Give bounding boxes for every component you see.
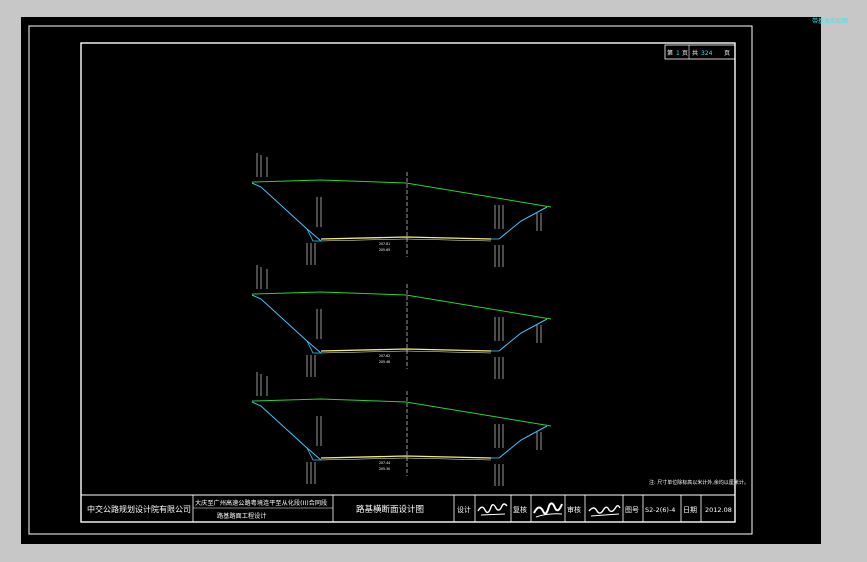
center-elevation-b: 205.48 [379,360,390,364]
ground-line [251,179,552,208]
cross-section: 207.44 205.30 [251,372,552,486]
inner-frame [80,42,736,523]
subgrade-line [320,350,492,354]
cross-sections: 207.81 205.65 207.62 205.48 207.44 205.3… [251,153,552,486]
company-name: 中交公路规划设计院有限公司 [87,504,191,514]
ground-line [251,291,552,320]
center-elevation-b: 205.30 [379,467,390,471]
drawing-canvas: 第 1 页 共 324 页 207.81 205.65 207.62 205.4… [28,25,753,535]
page-box: 第 1 页 共 324 页 [664,44,736,60]
reviewer-signature-icon [588,505,621,517]
sheet-label: 第 [667,49,673,57]
subgrade-line [320,457,492,461]
pavement-line [320,348,492,352]
review-label: 审核 [567,505,581,514]
left-slope-line [251,182,322,242]
pavement-line [320,455,492,459]
center-elevation-a: 207.44 [379,461,390,465]
cross-section: 207.62 205.48 [251,265,552,379]
outer-frame [28,25,753,535]
cross-section: 207.81 205.65 [251,153,552,267]
checker-signature-icon [533,502,563,518]
units-note: 注: 尺寸单位除标高以米计外,余均以厘米计。 [649,479,749,486]
center-elevation-a: 207.81 [379,242,390,246]
right-slope-line [498,318,548,352]
left-slope-line [251,294,322,354]
project-line1: 大庆至广州高速公路粤境连平至从化段(II)合同段 [195,499,327,507]
right-slope-line [498,425,548,459]
pavement-line [320,236,492,240]
total-number: 324 [701,50,713,57]
check-label: 复核 [513,505,527,514]
drawing-sheet[interactable]: 第 1 页 共 324 页 207.81 205.65 207.62 205.4… [21,17,821,544]
title-block: 中交公路规划设计院有限公司 大庆至广州高速公路粤境连平至从化段(II)合同段 路… [80,494,736,523]
designer-signature-icon [477,503,508,516]
sheet-number: 1 [676,50,680,57]
ground-line [251,398,552,427]
date-label: 日期 [683,506,697,514]
left-slope-line [251,401,322,461]
total-unit: 页 [724,50,730,57]
drawing-no: S2-2(6)-4 [645,506,675,514]
subgrade-line [320,238,492,242]
center-elevation-b: 205.65 [379,248,390,252]
center-elevation-a: 207.62 [379,354,390,358]
right-slope-line [498,206,548,240]
date-value: 2012.08 [705,506,732,514]
project-line2: 路基路面工程设计 [217,512,267,520]
drawing-no-label: 图号 [625,506,639,514]
total-label: 共 [692,49,698,57]
window-tag: 带基本的绘图 [812,18,849,25]
sheet-unit: 页 [682,50,688,57]
drawing-title: 路基横断面设计图 [356,504,424,515]
design-label: 设计 [457,505,471,514]
